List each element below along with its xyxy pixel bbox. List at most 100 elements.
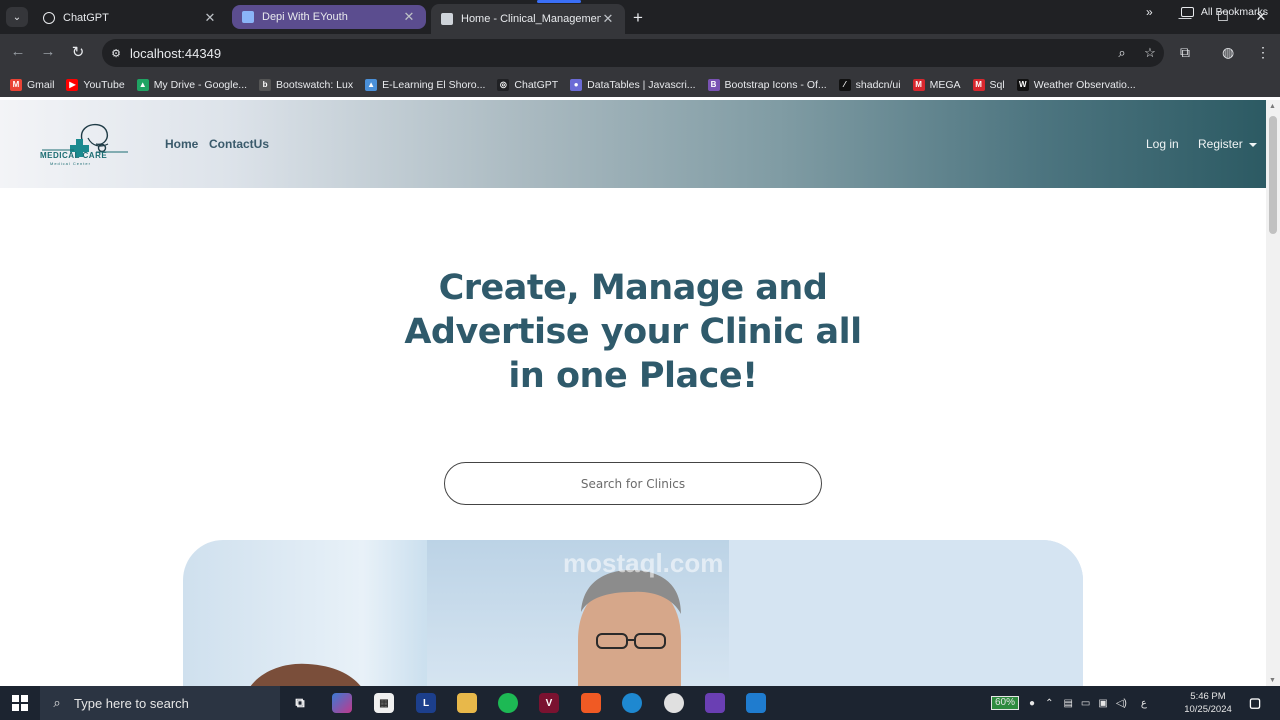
extensions-icon[interactable]: ⧉ <box>1180 44 1190 61</box>
all-bookmarks-label: All Bookmarks <box>1200 6 1268 18</box>
bookmark-favicon-icon: ◎ <box>497 78 510 91</box>
notification-icon[interactable]: ▢ <box>1245 693 1265 713</box>
bookmark-item[interactable]: ⁄ shadcn/ui <box>838 78 901 91</box>
logo-text: MEDICAL CARE <box>40 151 108 160</box>
bookmark-favicon-icon: M <box>912 78 925 91</box>
brave-icon[interactable] <box>581 693 601 713</box>
profile-icon[interactable]: ◍ <box>1222 44 1234 61</box>
system-tray: 60% ● ⌃ ▤ ▭ ▣ ◁) ع <box>991 686 1147 720</box>
taskbar-search[interactable]: ⌕ Type here to search <box>40 686 280 720</box>
chrome-icon[interactable] <box>664 693 684 713</box>
login-link[interactable]: Log in <box>1146 137 1179 151</box>
spotify-icon[interactable] <box>498 693 518 713</box>
register-label: Register <box>1198 137 1243 151</box>
tab-home-active[interactable]: Home - Clinical_Management_S ✕ <box>431 0 625 34</box>
bookmark-label: DataTables | Javascri... <box>587 78 696 91</box>
network-icon[interactable]: ▤ <box>1063 698 1072 709</box>
bookmark-item[interactable]: M MEGA <box>912 78 961 91</box>
tab-title: Home - Clinical_Management_S <box>461 13 601 25</box>
bookmark-favicon-icon: ⁄ <box>838 78 851 91</box>
depi-favicon-icon <box>242 11 254 23</box>
bookmark-item[interactable]: M Sql <box>972 78 1005 91</box>
bookmark-item[interactable]: b Bootswatch: Lux <box>259 78 353 91</box>
edge-icon[interactable] <box>622 693 642 713</box>
battery-indicator[interactable]: 60% <box>991 696 1020 710</box>
close-tab-icon[interactable]: ✕ <box>402 9 416 25</box>
bookmark-label: YouTube <box>83 78 125 91</box>
app-v-icon[interactable]: V <box>539 693 559 713</box>
bookmark-label: ChatGPT <box>514 78 559 91</box>
site-navbar: MEDICAL CARE Medical Center Home Contact… <box>0 100 1266 188</box>
zoom-icon[interactable]: ⌕ <box>1108 45 1136 61</box>
page-favicon-icon <box>441 13 453 25</box>
tab-search-icon[interactable]: ⌄ <box>6 7 28 27</box>
bookmark-item[interactable]: ● DataTables | Javascri... <box>570 78 696 91</box>
reload-icon[interactable]: ↻ <box>68 43 88 61</box>
new-tab-icon[interactable]: + <box>633 8 643 28</box>
task-view-icon[interactable]: ⧉ <box>290 693 310 713</box>
store-icon[interactable]: ▦ <box>374 693 394 713</box>
register-dropdown[interactable]: Register <box>1198 137 1257 151</box>
site-info-icon[interactable]: ⚙ <box>102 47 130 60</box>
browser-toolbar: ← → ↻ ⚙ localhost:44349 ⌕ ☆ ⧉ ◍ ⋮ <box>0 34 1280 72</box>
app-l-icon[interactable]: L <box>416 693 436 713</box>
bookmarks-bar: M Gmail ▶ YouTube ▲ My Drive - Google... b Boot… <box>0 72 1280 97</box>
address-bar[interactable]: ⚙ localhost:44349 ⌕ ☆ <box>102 39 1164 67</box>
copilot-icon[interactable] <box>332 693 352 713</box>
nav-contact-link[interactable]: ContactUs <box>209 137 269 151</box>
back-icon[interactable]: ← <box>8 43 28 60</box>
bookmark-favicon-icon: ▲ <box>365 78 378 91</box>
bookmark-favicon-icon: W <box>1016 78 1029 91</box>
tab-chatgpt[interactable]: ChatGPT ✕ <box>33 5 227 30</box>
windows-start-icon[interactable] <box>12 695 28 711</box>
file-explorer-icon[interactable] <box>457 693 477 713</box>
logo-subtext: Medical Center <box>50 161 91 166</box>
search-icon: ⌕ <box>53 695 61 710</box>
bookmark-label: shadcn/ui <box>855 78 901 91</box>
chatgpt-favicon-icon <box>43 11 55 24</box>
menu-icon[interactable]: ⋮ <box>1256 44 1270 61</box>
bookmark-item[interactable]: B Bootstrap Icons - Of... <box>707 78 827 91</box>
close-tab-icon[interactable]: ✕ <box>601 11 615 27</box>
close-tab-icon[interactable]: ✕ <box>203 10 217 26</box>
bookmark-item[interactable]: M Gmail <box>10 78 54 91</box>
bookmark-favicon-icon: M <box>972 78 985 91</box>
taskbar-search-placeholder: Type here to search <box>74 695 189 711</box>
language-indicator[interactable]: ع <box>1141 698 1147 709</box>
bookmark-favicon-icon: ● <box>570 78 583 91</box>
nav-home-link[interactable]: Home <box>165 137 198 151</box>
bookmark-item[interactable]: W Weather Observatio... <box>1016 78 1136 91</box>
scroll-down-icon[interactable]: ▼ <box>1269 677 1276 684</box>
tray-expand-icon[interactable]: ⌃ <box>1045 698 1053 709</box>
scroll-up-icon[interactable]: ▲ <box>1269 103 1276 110</box>
tab-depi[interactable]: Depi With EYouth ✕ <box>232 5 426 29</box>
visual-studio-icon[interactable] <box>705 693 725 713</box>
browser-tab-strip: ⌄ ChatGPT ✕ Depi With EYouth ✕ Home - Cl… <box>0 0 1280 34</box>
taskbar-clock[interactable]: 5:46 PM 10/25/2024 <box>1180 690 1236 716</box>
folder-icon <box>1180 7 1194 17</box>
drop-icon[interactable]: ● <box>1029 698 1035 709</box>
web-page: MEDICAL CARE Medical Center Home Contact… <box>0 100 1266 686</box>
bookmark-label: Bootstrap Icons - Of... <box>724 78 827 91</box>
bookmark-item[interactable]: ▶ YouTube <box>66 78 125 91</box>
battery-icon[interactable]: ▭ <box>1081 698 1090 709</box>
bookmark-item[interactable]: ◎ ChatGPT <box>497 78 559 91</box>
bookmark-star-icon[interactable]: ☆ <box>1136 45 1164 61</box>
bookmark-favicon-icon: ▲ <box>136 78 149 91</box>
all-bookmarks-button[interactable]: All Bookmarks <box>1180 6 1268 18</box>
forward-icon[interactable]: → <box>38 43 58 60</box>
display-icon[interactable]: ▣ <box>1098 698 1107 709</box>
volume-icon[interactable]: ◁) <box>1116 698 1127 709</box>
clinic-search-input[interactable] <box>444 462 822 505</box>
bookmarks-overflow-icon[interactable]: » <box>1146 5 1153 19</box>
bookmark-label: Weather Observatio... <box>1033 78 1136 91</box>
page-scrollbar[interactable]: ▲ ▼ <box>1266 100 1280 686</box>
scrollbar-thumb[interactable] <box>1269 116 1277 234</box>
bookmark-item[interactable]: ▲ E-Learning El Shoro... <box>365 78 485 91</box>
url-text[interactable]: localhost:44349 <box>130 46 1108 61</box>
tab-title: ChatGPT <box>63 11 109 24</box>
watermark: mostaql.com <box>563 548 724 578</box>
vscode-icon[interactable] <box>746 693 766 713</box>
bookmark-favicon-icon: ▶ <box>66 78 79 91</box>
bookmark-item[interactable]: ▲ My Drive - Google... <box>136 78 247 91</box>
